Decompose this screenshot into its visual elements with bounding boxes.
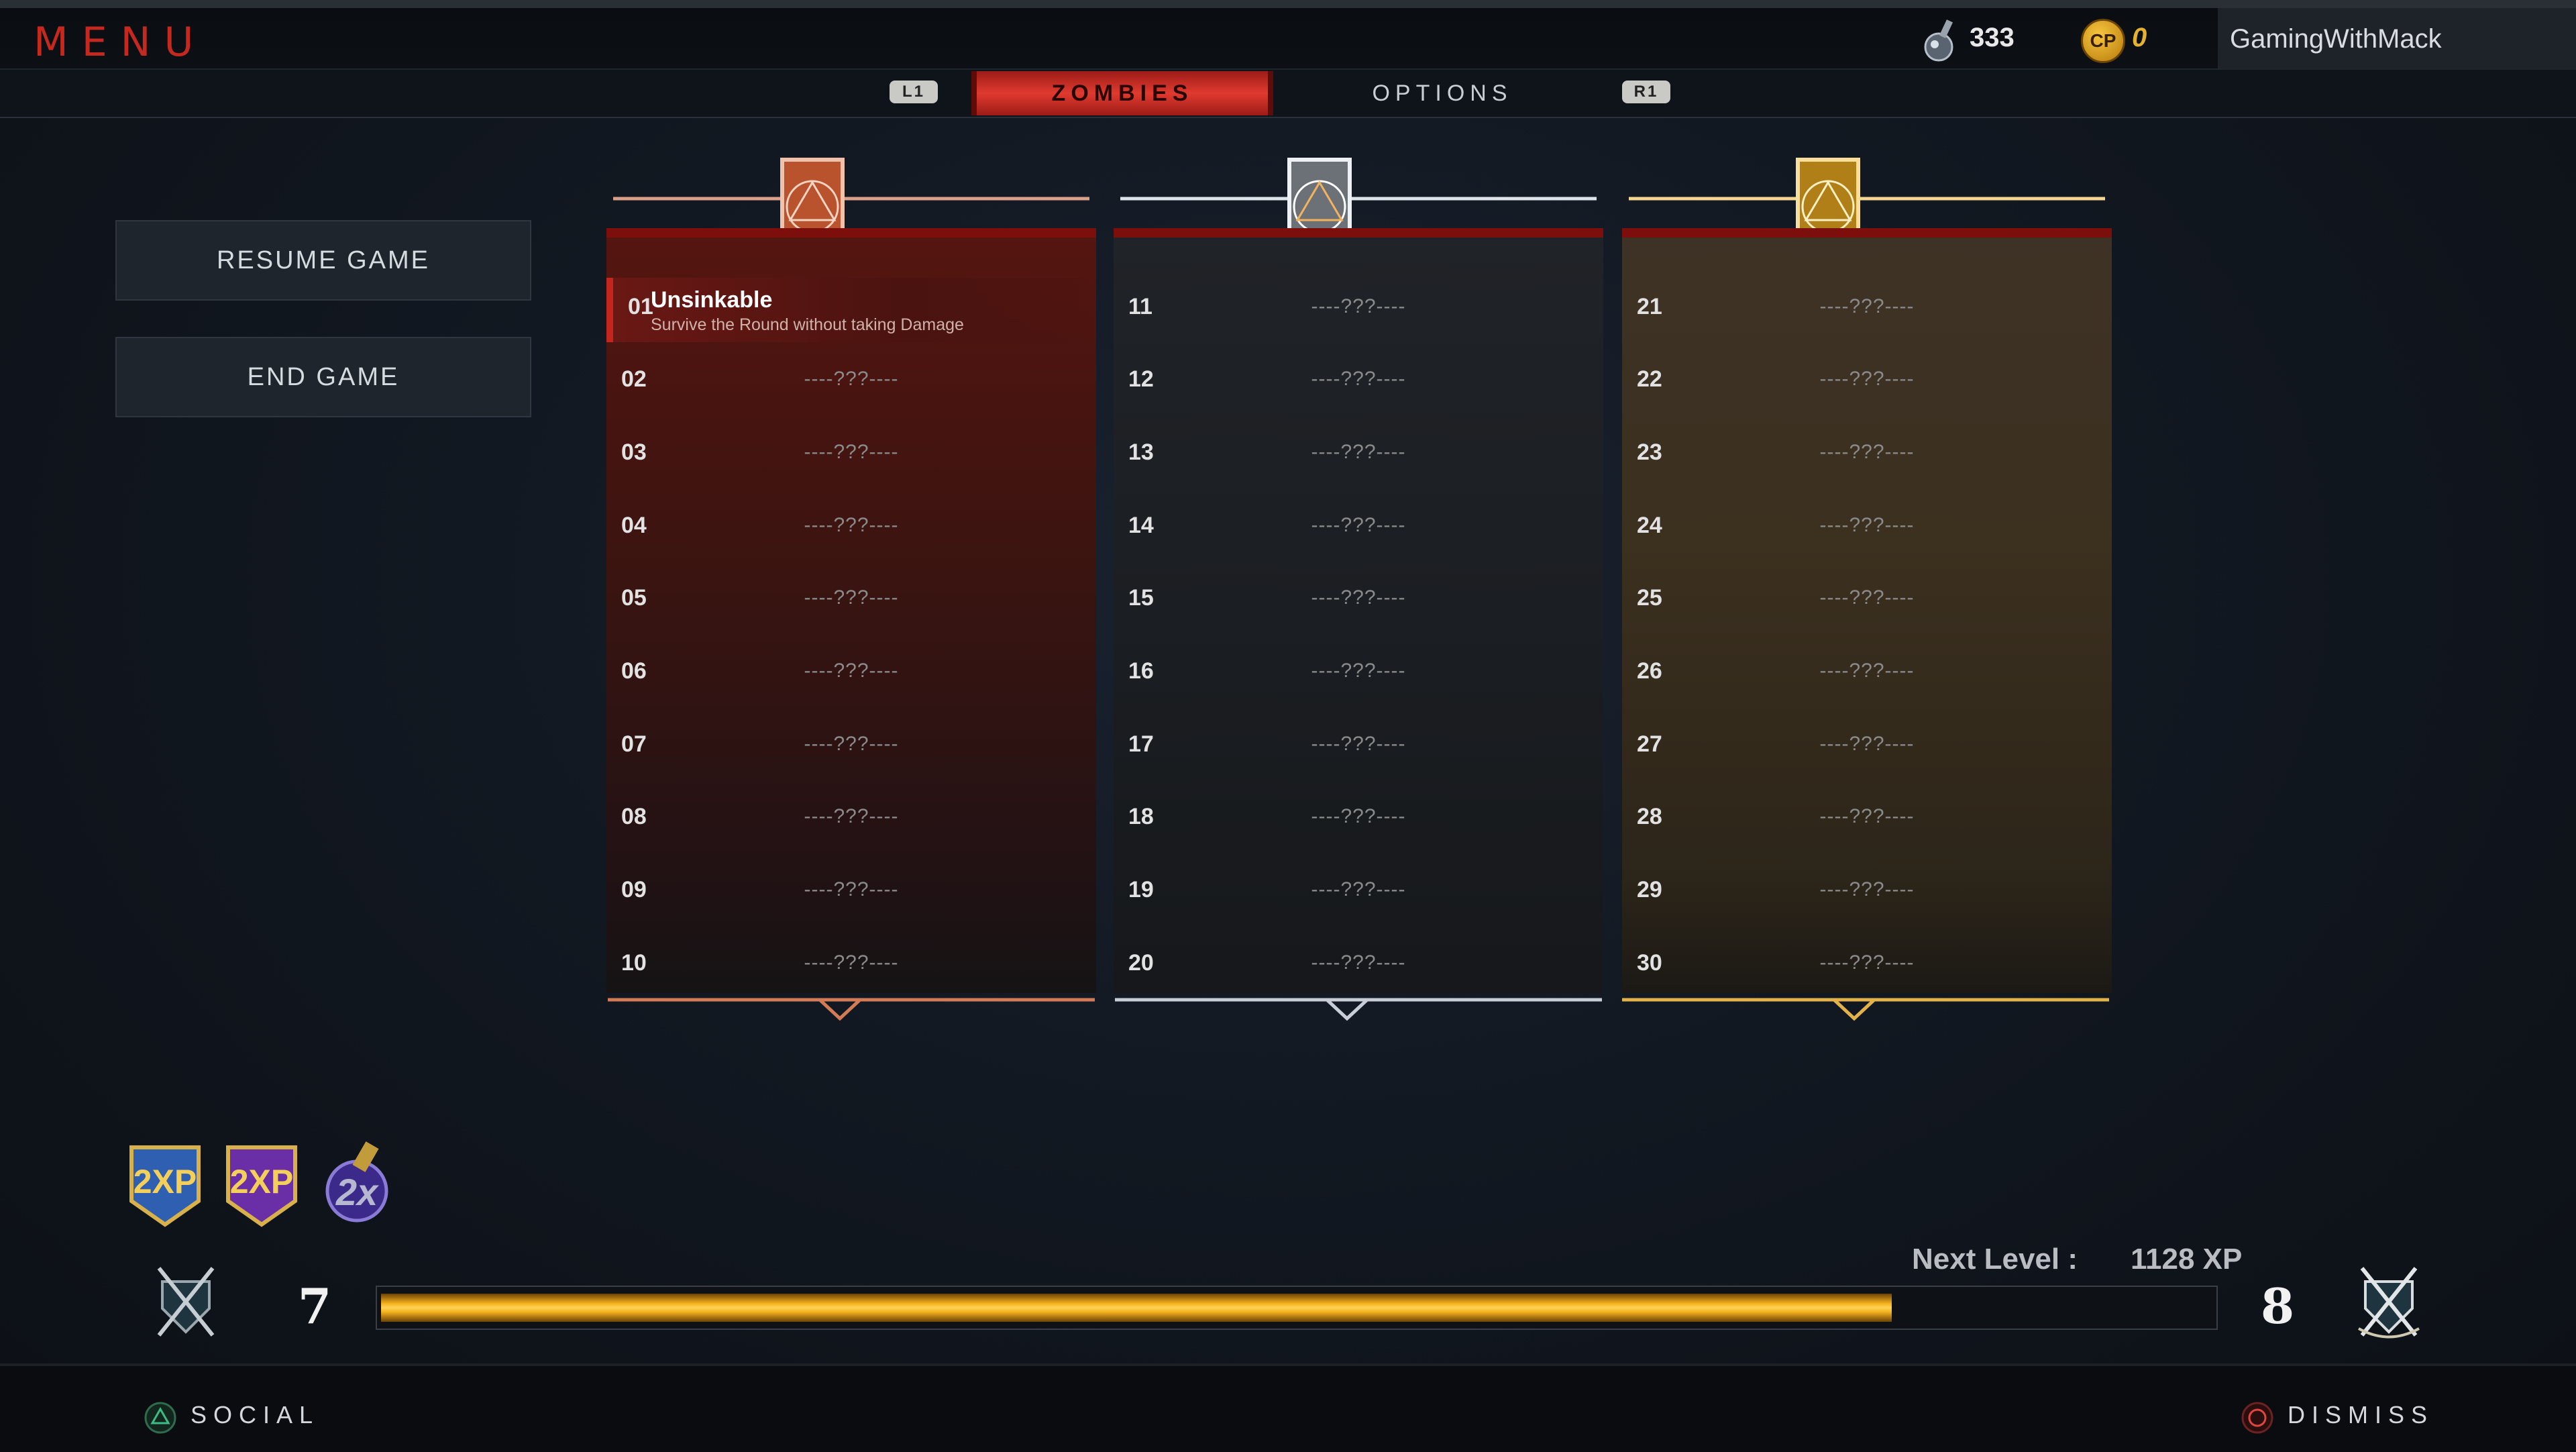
tab-zombies[interactable]: ZOMBIES (971, 71, 1273, 115)
challenge-locked-text: ----???---- (804, 805, 899, 827)
challenge-locked-text: ----???---- (1819, 951, 1915, 974)
challenge-locked-text: ----???---- (1311, 878, 1406, 900)
challenge-locked-text: ----???---- (1311, 733, 1406, 755)
tab-bar (0, 70, 2576, 118)
username: GamingWithMack (2230, 24, 2442, 54)
player-card[interactable]: GamingWithMack (2218, 8, 2576, 68)
rank-8-icon (2358, 1267, 2420, 1339)
challenge-title: Unsinkable (651, 287, 773, 313)
challenge-locked-text: ----???---- (1311, 805, 1406, 827)
double-xp-label: 2XP (133, 1163, 197, 1200)
l1-button-icon[interactable]: L1 (890, 81, 938, 103)
r1-button-icon[interactable]: R1 (1622, 81, 1670, 103)
challenge-row[interactable]: 18 ----???---- (1114, 788, 1603, 852)
current-level: 7 (298, 1278, 332, 1335)
challenge-locked-text: ----???---- (804, 660, 899, 682)
challenge-locked-text: ----???---- (1311, 586, 1406, 609)
dismiss-button[interactable]: DISMISS (2288, 1401, 2434, 1429)
challenge-row[interactable]: 03 ----???---- (606, 423, 1096, 488)
double-xp-icon: 2XP (129, 1145, 201, 1227)
column-bottom-rails (608, 998, 2109, 1021)
footer-bar (0, 1363, 2576, 1452)
challenge-locked-text: ----???---- (804, 586, 899, 609)
challenge-locked-text: ----???---- (804, 514, 899, 536)
top-bar (0, 0, 2576, 70)
challenge-locked-text: ----???---- (1819, 878, 1915, 900)
challenge-locked-text: ----???---- (804, 878, 899, 900)
liquid-divinium-icon (1924, 19, 1953, 62)
challenge-locked-text: ----???---- (804, 368, 899, 390)
xp-progress-bar (376, 1286, 2218, 1330)
challenge-row[interactable]: 07 ----???---- (606, 715, 1096, 780)
social-button[interactable]: SOCIAL (191, 1401, 319, 1429)
challenge-locked-text: ----???---- (804, 733, 899, 755)
challenge-row[interactable]: 29 ----???---- (1622, 861, 2112, 925)
triangle-button-icon[interactable] (144, 1401, 177, 1435)
circle-button-icon[interactable] (2241, 1401, 2274, 1435)
challenge-locked-text: ----???---- (1311, 660, 1406, 682)
challenge-row[interactable]: 05 ----???---- (606, 569, 1096, 633)
challenge-locked-text: ----???---- (1819, 514, 1915, 536)
challenge-row[interactable]: 27 ----???---- (1622, 715, 2112, 780)
top-edge (0, 0, 2576, 8)
silver-challenge-column: 11 ----???---- 12 ----???---- 13 ----???---… (1114, 228, 1603, 993)
end-game-button[interactable]: END GAME (115, 337, 531, 417)
challenge-row[interactable]: 13 ----???---- (1114, 423, 1603, 488)
challenge-locked-text: ----???---- (1819, 368, 1915, 390)
challenge-locked-text: ----???---- (1311, 368, 1406, 390)
challenge-row[interactable]: 21 ----???---- (1622, 278, 2112, 342)
challenge-row[interactable]: 19 ----???---- (1114, 861, 1603, 925)
challenge-number: 01 (628, 294, 653, 319)
challenge-locked-text: ----???---- (1819, 660, 1915, 682)
cod-points-value: 0 (2132, 23, 2147, 52)
challenge-row[interactable]: 04 ----???---- (606, 497, 1096, 561)
challenge-row[interactable]: 14 ----???---- (1114, 497, 1603, 561)
challenge-row[interactable]: 06 ----???---- (606, 642, 1096, 707)
liquid-count: 333 (1970, 23, 2015, 52)
challenge-locked-text: ----???---- (1311, 441, 1406, 463)
challenge-row[interactable]: 01 Unsinkable Survive the Round without … (606, 278, 1096, 342)
challenge-locked-text: ----???---- (1311, 951, 1406, 974)
challenge-locked-text: ----???---- (804, 441, 899, 463)
challenge-locked-text: ----???---- (1819, 295, 1915, 317)
challenge-locked-text: ----???---- (1819, 586, 1915, 609)
challenge-row[interactable]: 15 ----???---- (1114, 569, 1603, 633)
double-weapon-xp-icon: 2XP (226, 1145, 297, 1227)
challenge-row[interactable]: 23 ----???---- (1622, 423, 2112, 488)
challenge-locked-text: ----???---- (1819, 733, 1915, 755)
challenge-row[interactable]: 11 ----???---- (1114, 278, 1603, 342)
menu-title: MENU (34, 19, 207, 66)
challenge-locked-text: ----???---- (1819, 441, 1915, 463)
resume-game-button[interactable]: RESUME GAME (115, 220, 531, 301)
double-gobblegum-label: 2x (335, 1171, 380, 1213)
tab-options[interactable]: OPTIONS (1315, 71, 1570, 115)
next-level: 8 (2261, 1278, 2295, 1335)
challenge-row[interactable]: 24 ----???---- (1622, 497, 2112, 561)
challenge-description: Survive the Round without taking Damage (651, 315, 964, 334)
double-weapon-xp-label: 2XP (230, 1163, 294, 1200)
gold-challenge-column: 21 ----???---- 22 ----???---- 23 ----???---… (1622, 228, 2112, 993)
challenge-locked-text: ----???---- (1819, 805, 1915, 827)
challenge-row[interactable]: 28 ----???---- (1622, 788, 2112, 852)
challenge-row[interactable]: 02 ----???---- (606, 350, 1096, 415)
challenge-row[interactable]: 17 ----???---- (1114, 715, 1603, 780)
challenge-row[interactable]: 16 ----???---- (1114, 642, 1603, 707)
rank-7-icon (157, 1267, 215, 1337)
challenge-locked-text: ----???---- (1311, 514, 1406, 536)
challenge-row[interactable]: 25 ----???---- (1622, 569, 2112, 633)
xp-progress-fill (381, 1294, 1892, 1322)
challenge-row[interactable]: 12 ----???---- (1114, 350, 1603, 415)
challenge-row[interactable]: 22 ----???---- (1622, 350, 2112, 415)
bronze-challenge-column: 01 Unsinkable Survive the Round without … (606, 228, 1096, 993)
next-level-xp: 1128 XP (2131, 1243, 2243, 1276)
challenge-locked-text: ----???---- (1311, 295, 1406, 317)
next-level-label: Next Level : (1912, 1243, 2078, 1276)
challenge-row[interactable]: 26 ----???---- (1622, 642, 2112, 707)
challenge-row[interactable]: 09 ----???---- (606, 861, 1096, 925)
double-gobblegum-icon: 2x (325, 1141, 388, 1223)
challenge-row[interactable]: 08 ----???---- (606, 788, 1096, 852)
challenge-locked-text: ----???---- (804, 951, 899, 974)
cod-points-icon: CP (2081, 19, 2125, 63)
